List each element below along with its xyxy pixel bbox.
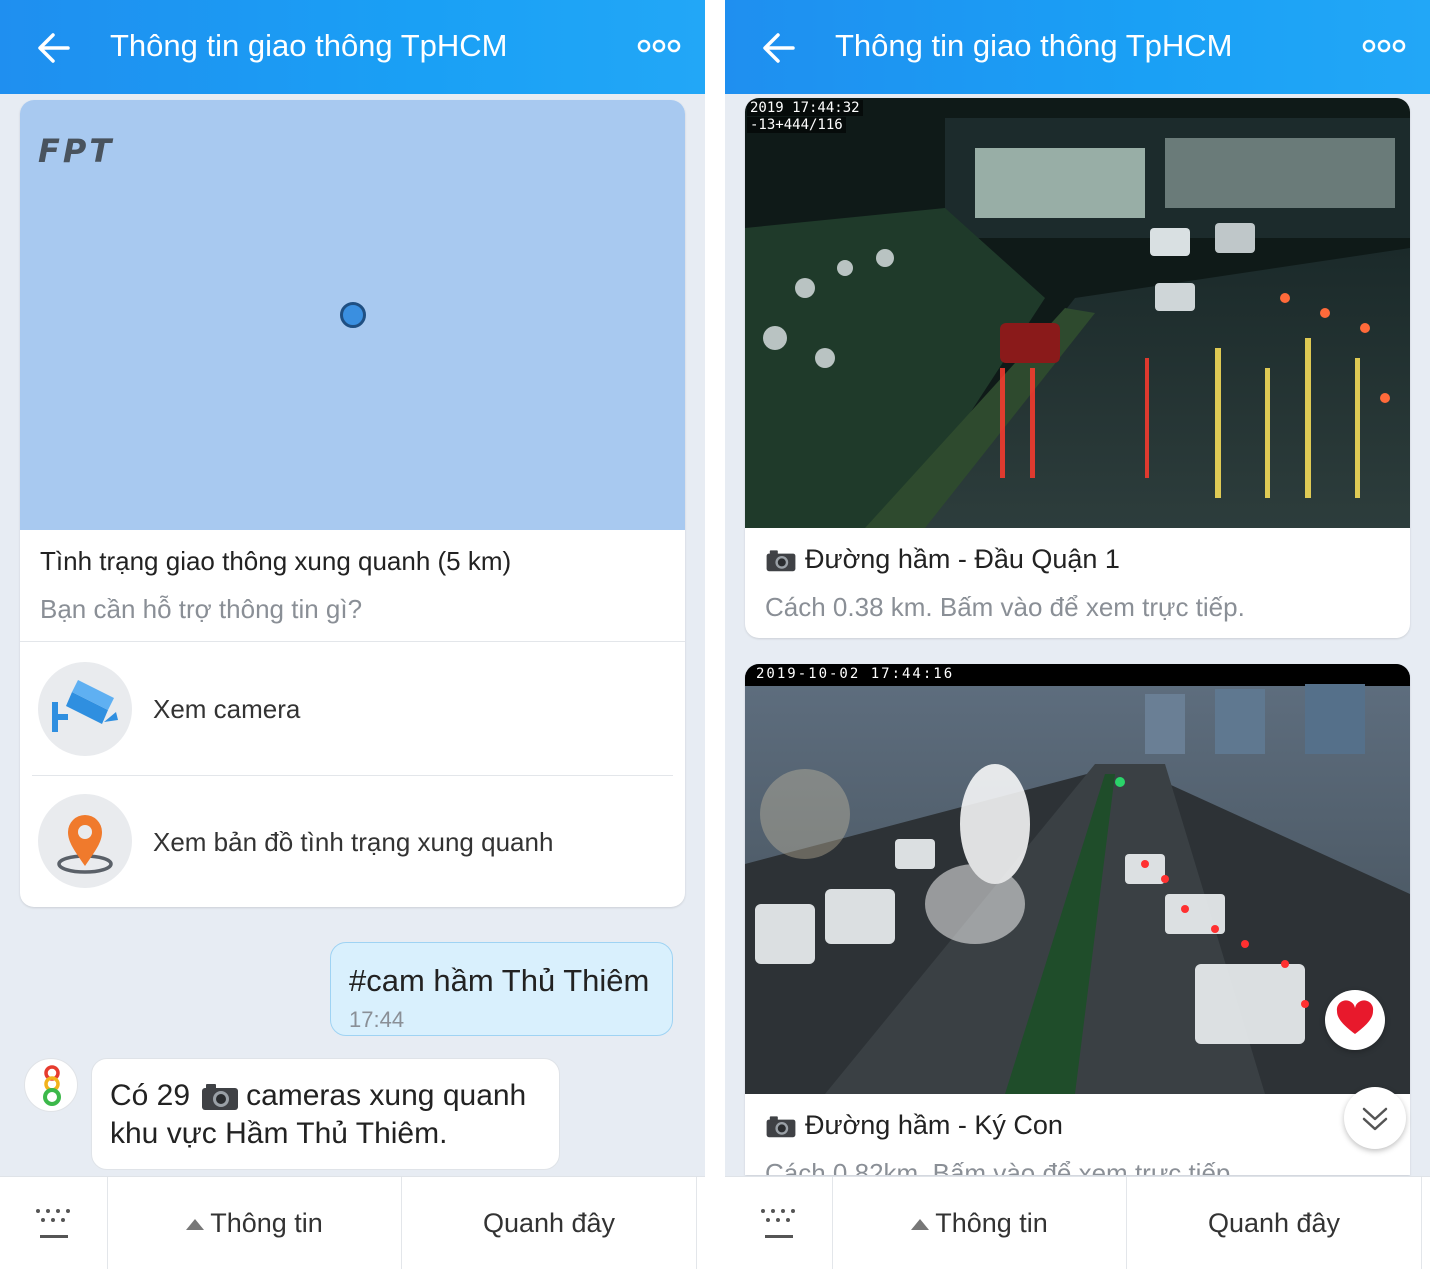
scroll-down-button[interactable] (1344, 1087, 1406, 1149)
camera-subtitle: Cách 0.82km. Bấm vào để xem trực tiếp. (765, 1158, 1238, 1175)
action-label: Xem bản đồ tình trạng xung quanh (153, 827, 554, 857)
action-label: Xem camera (153, 694, 301, 724)
menu-label: Quanh đây (482, 1208, 616, 1238)
traffic-light-icon (43, 1065, 61, 1106)
keyboard-toggle-button[interactable] (725, 1177, 833, 1269)
back-arrow-icon[interactable] (34, 28, 74, 68)
heart-icon (1336, 1000, 1374, 1034)
bottom-menu-bar: Thông tin Quanh đây (725, 1176, 1430, 1269)
message-text: cameras xung quanh (246, 1079, 527, 1112)
menu-nearby-button[interactable]: Quanh đây (402, 1177, 697, 1269)
camera-title-text: Đường hầm - Đầu Quận 1 (805, 544, 1120, 574)
keyboard-toggle-button[interactable] (0, 1177, 108, 1269)
card-subtitle: Bạn cần hỗ trợ thông tin gì? (40, 594, 363, 624)
map-pin-icon (38, 794, 132, 888)
message-text: #cam hầm Thủ Thiêm (349, 963, 650, 998)
keyboard-icon (760, 1208, 795, 1238)
camera-emoji-icon (766, 549, 796, 571)
menu-label: Quanh đây (1207, 1208, 1341, 1238)
camera-emoji-icon (766, 1115, 796, 1137)
incoming-message-bubble: Có 29 cameras xung quanh khu vực Hầm Thủ… (91, 1058, 560, 1170)
message-line-2: khu vực Hầm Thủ Thiêm. (110, 1117, 448, 1150)
location-marker (340, 302, 366, 328)
message-time: 17:44 (349, 1007, 405, 1032)
fpt-logo: FPT (38, 132, 115, 170)
double-chevron-down-icon (1362, 1107, 1388, 1131)
more-options-icon[interactable] (636, 34, 682, 58)
menu-info-button[interactable]: Thông tin (833, 1177, 1127, 1269)
caret-up-icon (186, 1218, 205, 1230)
traffic-status-card: FPT Tình trạng giao thông xung quanh (5 … (20, 100, 685, 907)
caret-up-icon (911, 1218, 930, 1230)
action-view-map[interactable]: Xem bản đồ tình trạng xung quanh (20, 776, 685, 907)
menu-info-button[interactable]: Thông tin (108, 1177, 402, 1269)
action-view-camera[interactable]: Xem camera (20, 642, 685, 775)
camera-subtitle: Cách 0.38 km. Bấm vào để xem trực tiếp. (765, 592, 1245, 622)
camera-card[interactable]: 2019 17:44:32 -13+444/116 Đường hầm - Đầ… (745, 98, 1410, 638)
camera-card[interactable]: 2019-10-02 17:44:16 Đường hầm - Ký Con C… (745, 664, 1410, 1175)
app-header: Thông tin giao thông TpHCM (0, 0, 705, 94)
camera-title: Đường hầm - Đầu Quận 1 (765, 544, 1120, 575)
page-title: Thông tin giao thông TpHCM (110, 28, 508, 63)
menu-label: Thông tin (210, 1208, 323, 1238)
chat-screen-left: Thông tin giao thông TpHCM FPT Tình trạn… (0, 0, 705, 1269)
menu-nearby-button[interactable]: Quanh đây (1127, 1177, 1422, 1269)
map-view[interactable]: FPT (20, 100, 685, 530)
page-title: Thông tin giao thông TpHCM (835, 28, 1233, 63)
menu-label: Thông tin (935, 1208, 1048, 1238)
camera-timestamp: 2019-10-02 17:44:16 (756, 666, 955, 682)
app-header: Thông tin giao thông TpHCM (725, 0, 1430, 94)
camera-location-code: -13+444/116 (747, 117, 846, 133)
bottom-menu-bar: Thông tin Quanh đây (0, 1176, 705, 1269)
more-options-icon[interactable] (1361, 34, 1407, 58)
keyboard-icon (35, 1208, 70, 1238)
camera-snapshot[interactable] (745, 664, 1410, 1094)
camera-timestamp: 2019 17:44:32 (747, 100, 863, 116)
chat-screen-right: Thông tin giao thông TpHCM 2019 17:44:32… (725, 0, 1430, 1269)
message-text: Có 29 (110, 1079, 191, 1112)
camera-icon (38, 662, 132, 756)
back-arrow-icon[interactable] (759, 28, 799, 68)
outgoing-message-bubble: #cam hầm Thủ Thiêm 17:44 (330, 942, 673, 1036)
message-line-1: Có 29 cameras xung quanh (110, 1079, 526, 1113)
camera-title-text: Đường hầm - Ký Con (805, 1110, 1063, 1140)
camera-title: Đường hầm - Ký Con (765, 1110, 1063, 1141)
card-title: Tình trạng giao thông xung quanh (5 km) (40, 546, 512, 576)
bot-avatar (24, 1058, 78, 1112)
camera-snapshot[interactable] (745, 98, 1410, 528)
camera-emoji-icon (202, 1084, 239, 1110)
favorite-button[interactable] (1325, 990, 1385, 1050)
